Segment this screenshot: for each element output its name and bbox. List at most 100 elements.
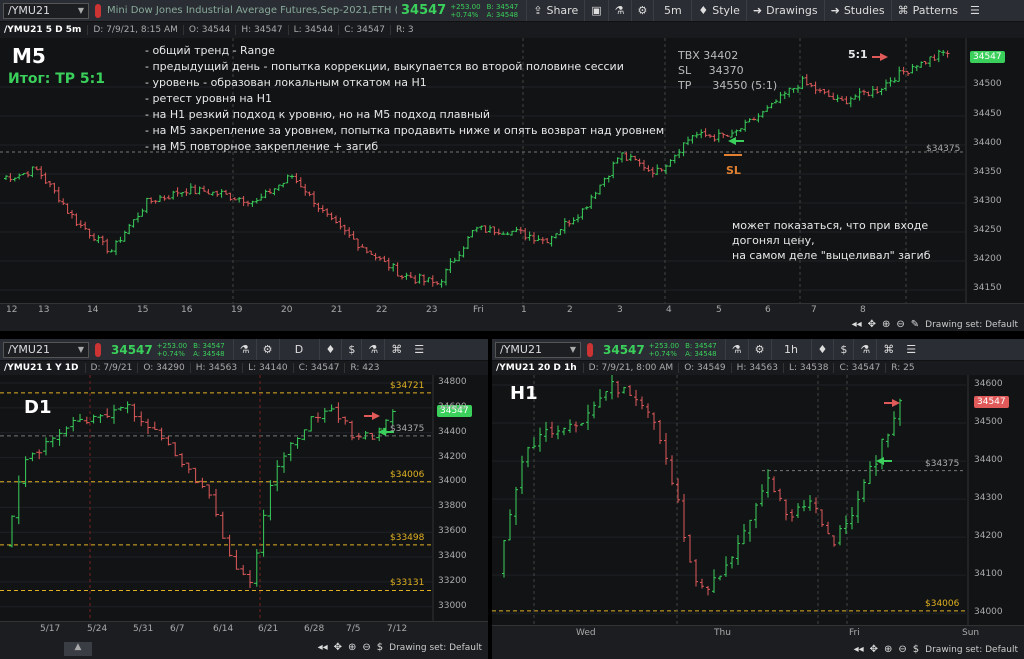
main-toolbar: /YMU21 ▼ Mini Dow Jones Industrial Averag… bbox=[0, 0, 1024, 22]
more-icon[interactable]: ☰ bbox=[900, 339, 922, 360]
d1-chart[interactable]: D1 34547 $34721 $34375 $34006 $33498 $33131 3… bbox=[0, 375, 488, 621]
drawing-set-label[interactable]: Drawing set: Default bbox=[389, 643, 482, 653]
patterns-icon[interactable]: ⌘ bbox=[876, 339, 900, 360]
h1-date: D: 7/9/21, 8:00 AM bbox=[582, 363, 679, 373]
note-line: - ретест уровня на Н1 bbox=[145, 92, 273, 105]
link-color-icon[interactable] bbox=[95, 3, 101, 18]
share-label: Share bbox=[546, 4, 579, 17]
d1-study-label: /YMU21 1 Y 1D bbox=[4, 363, 79, 373]
bid-price: B: 34547 bbox=[685, 341, 717, 350]
interval-button[interactable]: 5m bbox=[653, 0, 691, 21]
y-tick: 34400 bbox=[974, 455, 1003, 466]
zoom-out-icon[interactable]: ⊖ bbox=[362, 642, 370, 653]
dollar-icon[interactable]: $ bbox=[913, 644, 919, 655]
flask-icon[interactable]: ⚗ bbox=[361, 339, 384, 360]
patterns-icon: ⌘ bbox=[897, 4, 909, 17]
drawing-set-label[interactable]: Drawing set: Default bbox=[925, 320, 1018, 330]
link-color-icon[interactable] bbox=[587, 342, 593, 357]
h1-title: H1 bbox=[510, 383, 538, 404]
flask-icon: ⚗ bbox=[614, 4, 625, 17]
link-color-icon[interactable] bbox=[95, 342, 101, 357]
x-tick: 6/7 bbox=[170, 624, 185, 634]
style-button[interactable]: ♦ Style bbox=[691, 0, 746, 21]
flask-icon[interactable]: ⚗ bbox=[853, 339, 876, 360]
h1-close: C: 34547 bbox=[833, 363, 885, 373]
zoom-in-icon[interactable]: ⊕ bbox=[884, 644, 892, 655]
drawing-icon[interactable]: ✎ bbox=[911, 319, 919, 330]
patterns-icon[interactable]: ⌘ bbox=[384, 339, 408, 360]
zoom-out-icon[interactable]: ⊖ bbox=[896, 319, 904, 330]
scroll-left-icon[interactable]: ◂◂ bbox=[852, 319, 862, 330]
style-icon[interactable]: ♦ bbox=[318, 339, 342, 360]
x-tick: 20 bbox=[281, 305, 293, 315]
d1-info-bar: /YMU21 1 Y 1D D: 7/9/21 O: 34290 H: 3456… bbox=[0, 361, 488, 375]
symbol-selector[interactable]: /YMU21 ▼ bbox=[3, 2, 89, 19]
settings-button[interactable]: ⚙ bbox=[747, 339, 771, 360]
y-tick: 34200 bbox=[973, 254, 1002, 264]
d1-range: R: 423 bbox=[344, 363, 384, 373]
settings-button[interactable]: ⚙ bbox=[255, 339, 279, 360]
dollar-icon[interactable]: $ bbox=[341, 339, 361, 360]
x-tick: 6/21 bbox=[258, 624, 279, 634]
m5-close: C: 34547 bbox=[338, 25, 390, 35]
pan-icon[interactable]: ✥ bbox=[334, 642, 342, 653]
x-tick: 6/14 bbox=[213, 624, 234, 634]
scroll-left-icon[interactable]: ◂◂ bbox=[854, 644, 864, 655]
style-label: Style bbox=[712, 4, 740, 17]
settings-button[interactable]: ⚙ bbox=[630, 0, 654, 21]
level-label: $34721 bbox=[390, 380, 425, 391]
pan-icon[interactable]: ✥ bbox=[868, 319, 876, 330]
dollar-icon[interactable]: $ bbox=[833, 339, 853, 360]
patterns-button[interactable]: ⌘ Patterns bbox=[890, 0, 964, 21]
x-tick: 23 bbox=[426, 305, 438, 315]
zoom-in-icon[interactable]: ⊕ bbox=[882, 319, 890, 330]
y-tick: 34150 bbox=[973, 283, 1002, 293]
d1-interval-button[interactable]: D bbox=[278, 339, 319, 360]
m5-chart[interactable]: M5 Итог: ТР 5:1 - общий тренд - Range - … bbox=[0, 38, 1024, 303]
d1-collapse-button[interactable]: ▲ bbox=[64, 642, 92, 656]
zoom-in-icon[interactable]: ⊕ bbox=[348, 642, 356, 653]
note-line: - общий тренд - Range bbox=[145, 44, 275, 57]
flask-button[interactable]: ⚗ bbox=[232, 339, 256, 360]
d1-close: C: 34547 bbox=[292, 363, 345, 373]
x-tick: 5/24 bbox=[87, 624, 108, 634]
take-profit-price: TP 34550 (5:1) bbox=[678, 79, 778, 92]
y-tick: 34250 bbox=[973, 225, 1002, 235]
x-tick: 7/12 bbox=[387, 624, 408, 634]
more-icon[interactable]: ☰ bbox=[408, 339, 430, 360]
snapshot-button[interactable]: ▣ bbox=[584, 0, 607, 21]
style-icon: ♦ bbox=[698, 4, 709, 17]
level-label: $33498 bbox=[390, 532, 425, 543]
x-tick: 5 bbox=[716, 305, 722, 315]
y-tick: 33800 bbox=[438, 501, 467, 512]
h1-bid-ask: B: 34547 A: 34548 bbox=[679, 342, 717, 358]
d1-symbol-selector[interactable]: /YMU21 ▼ bbox=[3, 341, 89, 358]
m5-range: R: 3 bbox=[390, 25, 419, 35]
flask-button[interactable]: ⚗ bbox=[724, 339, 748, 360]
flask-button[interactable]: ⚗ bbox=[607, 0, 631, 21]
y-tick: 34000 bbox=[974, 607, 1003, 618]
x-tick: 19 bbox=[231, 305, 243, 315]
h1-symbol-selector[interactable]: /YMU21 ▼ bbox=[495, 341, 581, 358]
share-button[interactable]: ⇪ Share bbox=[526, 0, 584, 21]
h1-chart[interactable]: H1 34547 $34375 $34006 34600 34500 34400 3430… bbox=[492, 375, 1024, 625]
pan-icon[interactable]: ✥ bbox=[870, 644, 878, 655]
studies-button[interactable]: ➜ Studies bbox=[823, 0, 891, 21]
h1-interval-button[interactable]: 1h bbox=[770, 339, 811, 360]
m5-study-label: /YMU21 5 D 5m bbox=[4, 25, 82, 35]
zoom-out-icon[interactable]: ⊖ bbox=[898, 644, 906, 655]
note-line: - уровень - образован локальным откатом … bbox=[145, 76, 427, 89]
y-tick: 34000 bbox=[438, 476, 467, 487]
pct-change: +0.74% bbox=[450, 10, 479, 19]
more-icon[interactable]: ☰ bbox=[964, 0, 986, 21]
exit-arrow-icon bbox=[364, 412, 380, 420]
scroll-left-icon[interactable]: ◂◂ bbox=[318, 642, 328, 653]
dollar-icon[interactable]: $ bbox=[377, 642, 383, 653]
drawing-set-label[interactable]: Drawing set: Default bbox=[925, 645, 1018, 655]
y-tick: 34100 bbox=[974, 569, 1003, 580]
gear-icon: ⚙ bbox=[637, 4, 648, 17]
m5-open: O: 34544 bbox=[182, 25, 235, 35]
style-icon[interactable]: ♦ bbox=[810, 339, 834, 360]
h1-low: L: 34538 bbox=[782, 363, 834, 373]
drawings-button[interactable]: ➜ Drawings bbox=[745, 0, 824, 21]
